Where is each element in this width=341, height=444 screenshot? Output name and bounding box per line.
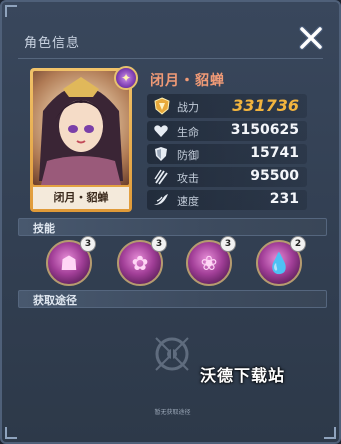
crest-power-icon <box>154 97 170 115</box>
close-button[interactable] <box>297 24 325 52</box>
stat-label: 生命 <box>177 126 199 139</box>
stat-power: 战力 331736 <box>147 94 307 118</box>
skill-level-badge: 3 <box>151 236 167 252</box>
stat-label: 战力 <box>177 101 199 114</box>
section-title: 技能 <box>33 222 55 235</box>
hero-portrait-card[interactable]: ✦ 闭月・貂蝉 <box>30 66 138 212</box>
skill-slot-4[interactable]: 💧 2 <box>256 236 306 286</box>
stat-label: 防御 <box>177 149 199 162</box>
frame-corner <box>324 427 336 439</box>
stat-value: 231 <box>269 191 299 207</box>
claw-attack-icon <box>154 169 168 185</box>
skill-slot-2[interactable]: ✿ 3 <box>117 236 167 286</box>
skill-level-badge: 2 <box>290 236 306 252</box>
stat-value: 331736 <box>232 96 299 115</box>
skills-section-header: 技能 <box>18 218 327 236</box>
stat-label: 速度 <box>177 195 199 208</box>
empty-source-text: 暂无获取途径 <box>154 409 191 416</box>
skill-level-badge: 3 <box>80 236 96 252</box>
stat-defense: 防御 15741 <box>147 144 307 164</box>
star-badge-icon: ✦ <box>114 66 138 90</box>
panel-title: 角色信息 <box>24 36 81 51</box>
section-title: 获取途径 <box>33 294 77 307</box>
skill-slot-1[interactable]: ☗ 3 <box>46 236 96 286</box>
stat-speed: 速度 231 <box>147 190 307 210</box>
stat-value: 15741 <box>250 145 299 161</box>
frame-corner <box>5 5 17 17</box>
character-info-panel: 角色信息 ✦ 闭月・貂蝉 闭月・貂蝉 战力 331736 生命 3150625 … <box>0 0 341 444</box>
skill-level-badge: 3 <box>220 236 236 252</box>
source-section-header: 获取途径 <box>18 290 327 308</box>
stat-attack: 攻击 95500 <box>147 167 307 187</box>
watermark: 沃德下载站 <box>200 366 286 385</box>
hero-name: 闭月・貂蝉 <box>150 73 225 89</box>
stat-hp: 生命 3150625 <box>147 121 307 141</box>
stat-value: 3150625 <box>230 122 299 138</box>
heart-icon <box>154 125 168 137</box>
empty-source-icon <box>155 337 189 371</box>
frame-corner <box>5 427 17 439</box>
card-hero-name: 闭月・貂蝉 <box>33 187 129 209</box>
close-icon <box>299 26 323 50</box>
wing-speed-icon <box>154 194 168 205</box>
skill-slot-3[interactable]: ❀ 3 <box>186 236 236 286</box>
title-divider <box>18 58 323 59</box>
stat-label: 攻击 <box>177 172 199 185</box>
shield-icon <box>155 147 167 161</box>
hero-portrait <box>33 71 129 185</box>
stat-value: 95500 <box>250 168 299 184</box>
